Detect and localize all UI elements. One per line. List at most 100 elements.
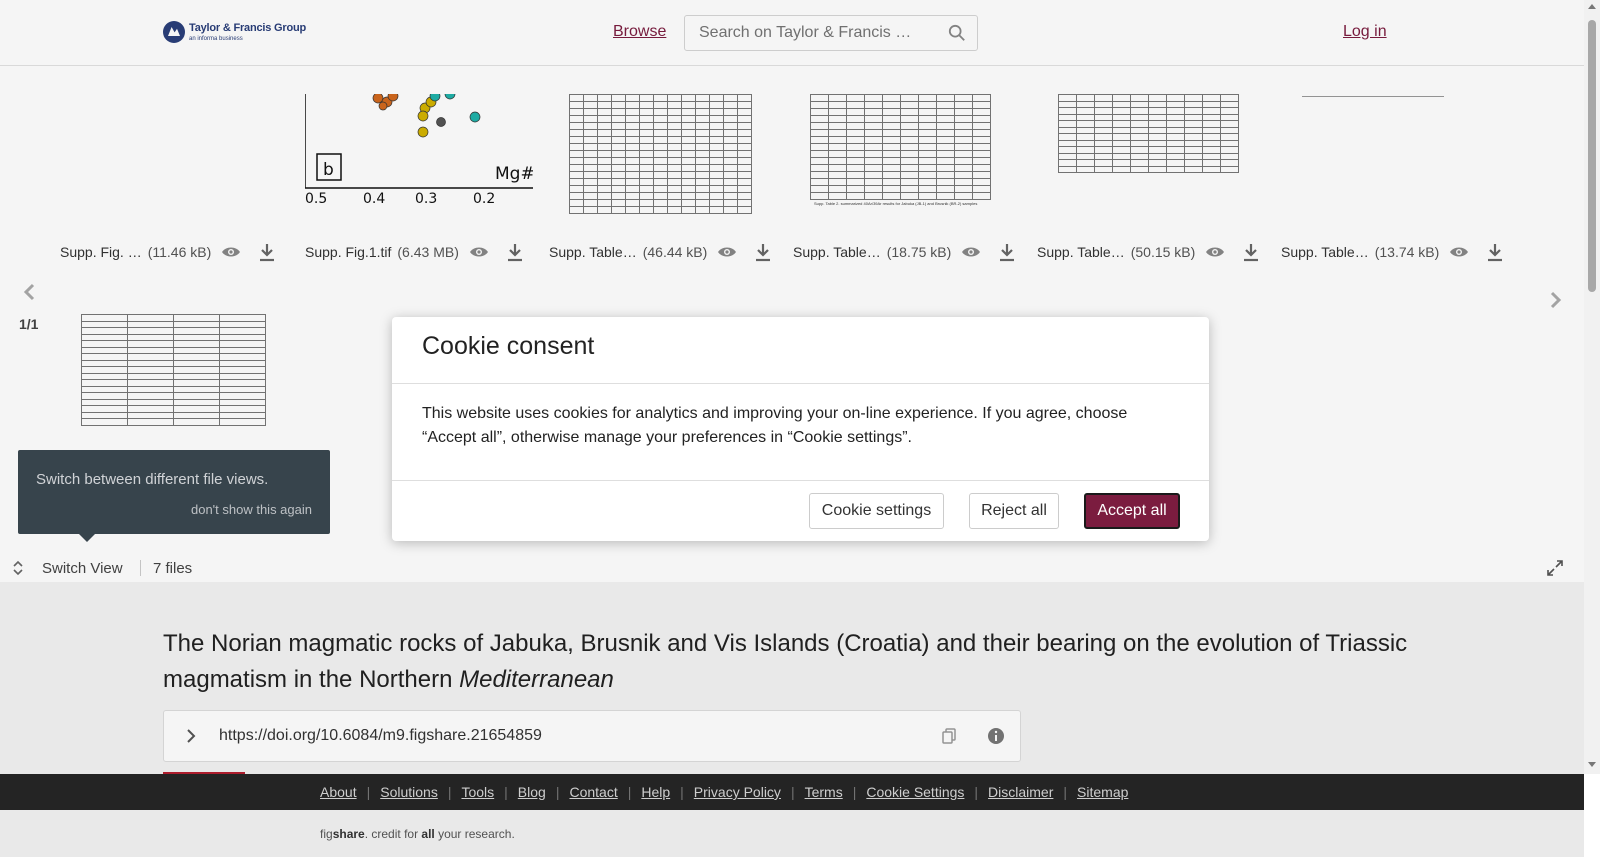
download-icon[interactable] <box>1241 242 1261 262</box>
search-input[interactable] <box>685 24 925 42</box>
file-item[interactable]: Supp. Table… (18.75 kB) <box>793 242 1017 262</box>
file-size: (13.74 kB) <box>1374 244 1440 260</box>
dialog-body: This website uses cookies for analytics … <box>422 405 1128 446</box>
switch-view-button[interactable]: Switch View <box>42 560 123 577</box>
file-item[interactable]: Supp. Table… (13.74 kB) <box>1281 242 1505 262</box>
footer-separator: | <box>555 784 560 800</box>
file-size: (18.75 kB) <box>886 244 952 260</box>
tagline-part: . credit for <box>364 827 422 841</box>
figshare-tagline: figshare. credit for all your research. <box>320 827 515 841</box>
eye-icon[interactable] <box>961 242 981 262</box>
reject-all-button[interactable]: Reject all <box>969 493 1059 529</box>
file-name: Supp. Fig. … <box>60 244 142 260</box>
download-icon[interactable] <box>997 242 1017 262</box>
eye-icon[interactable] <box>1205 242 1225 262</box>
doi-box: https://doi.org/10.6084/m9.figshare.2165… <box>163 710 1021 762</box>
footer-bottom: figshare. credit for all your research. <box>0 810 1584 857</box>
page-scrollbar[interactable] <box>1584 0 1600 774</box>
taylor-francis-logo[interactable]: Taylor & Francis Group an informa busine… <box>163 21 306 43</box>
file-size: (11.46 kB) <box>147 244 212 260</box>
tick-label: 0.5 <box>305 191 327 207</box>
chevron-left-icon[interactable] <box>20 282 40 302</box>
search-icon[interactable] <box>948 24 966 42</box>
divider <box>392 383 1209 384</box>
download-icon[interactable] <box>1485 242 1505 262</box>
file-item[interactable]: Supp. Table… (50.15 kB) <box>1037 242 1261 262</box>
doi-link[interactable]: https://doi.org/10.6084/m9.figshare.2165… <box>219 727 542 745</box>
footer-link[interactable]: Cookie Settings <box>866 784 964 800</box>
download-icon[interactable] <box>505 242 525 262</box>
switch-view-icon[interactable] <box>10 560 26 576</box>
files-count: 7 files <box>153 560 193 577</box>
file-name: Supp. Table… <box>1037 244 1125 260</box>
article-title-italic: Mediterranean <box>459 666 614 693</box>
eye-icon[interactable] <box>717 242 737 262</box>
browse-link[interactable]: Browse <box>613 23 666 41</box>
file-name: Supp. Table… <box>793 244 881 260</box>
file-size: (46.44 kB) <box>642 244 708 260</box>
footer-links: About | Solutions | Tools | Blog | Contact | Help |… <box>320 784 1128 800</box>
accept-all-button[interactable]: Accept all <box>1084 493 1180 529</box>
footer-separator: | <box>790 784 795 800</box>
footer-separator: | <box>974 784 979 800</box>
footer-link[interactable]: Privacy Policy <box>694 784 781 800</box>
download-icon[interactable] <box>257 242 277 262</box>
footer-link[interactable]: Help <box>641 784 670 800</box>
dialog-title: Cookie consent <box>422 332 595 360</box>
footer-link[interactable]: Contact <box>569 784 617 800</box>
dont-show-again-link[interactable]: don't show this again <box>191 502 312 517</box>
figure-axis-label: Mg# <box>495 164 533 184</box>
file-item[interactable]: Supp. Fig. … (11.46 kB) <box>60 242 277 262</box>
footer-separator: | <box>680 784 684 800</box>
table-thumbnail[interactable] <box>1058 94 1246 184</box>
table-thumbnail[interactable]: Supp. Table 2. summarized 40Ar/39Ar resu… <box>810 94 998 220</box>
footer-link[interactable]: Disclaimer <box>988 784 1053 800</box>
tick-label: 0.4 <box>363 191 385 207</box>
download-icon[interactable] <box>753 242 773 262</box>
login-link[interactable]: Log in <box>1343 23 1387 41</box>
chevron-right-icon[interactable] <box>1545 290 1565 310</box>
footer-separator: | <box>447 784 452 800</box>
fullscreen-icon[interactable] <box>1547 560 1563 576</box>
footer-separator: | <box>852 784 857 800</box>
scroll-up-arrow[interactable] <box>1588 4 1596 9</box>
eye-icon[interactable] <box>1449 242 1469 262</box>
cookie-consent-dialog: Cookie consent This website uses cookies… <box>392 317 1209 541</box>
footer-link[interactable]: Blog <box>518 784 546 800</box>
footer-link[interactable]: Sitemap <box>1077 784 1128 800</box>
table-thumbnail[interactable] <box>569 94 757 224</box>
site-header: Taylor & Francis Group an informa busine… <box>0 0 1584 66</box>
file-name: Supp. Table… <box>1281 244 1369 260</box>
scroll-down-arrow[interactable] <box>1588 762 1596 767</box>
chevron-right-icon[interactable] <box>182 727 200 745</box>
footer-separator: | <box>627 784 632 800</box>
viewer-toolbar: Switch View 7 files <box>0 552 1584 584</box>
footer-link[interactable]: Terms <box>805 784 843 800</box>
tagline-part: share <box>332 827 365 841</box>
info-icon[interactable] <box>987 727 1005 745</box>
footer-link[interactable]: About <box>320 784 357 800</box>
tagline-part: all <box>421 827 435 841</box>
copy-icon[interactable] <box>940 727 958 745</box>
table-thumbnail[interactable] <box>1302 94 1444 100</box>
footer-link[interactable]: Tools <box>461 784 494 800</box>
file-list: Supp. Fig. … (11.46 kB) Supp. Fig.1.tif … <box>0 242 1584 266</box>
eye-icon[interactable] <box>221 242 241 262</box>
logo-mark-icon <box>163 21 185 43</box>
figure-panel-label: b <box>323 160 334 180</box>
footer-separator: | <box>504 784 508 800</box>
footer-separator: | <box>1063 784 1068 800</box>
search-box <box>684 15 978 51</box>
file-name: Supp. Fig.1.tif <box>305 244 392 260</box>
cookie-settings-button[interactable]: Cookie settings <box>809 493 944 529</box>
tagline-part: fig <box>320 827 333 841</box>
scrollbar-thumb[interactable] <box>1588 20 1596 292</box>
table-thumbnail[interactable] <box>81 314 269 442</box>
eye-icon[interactable] <box>469 242 489 262</box>
file-item[interactable]: Supp. Fig.1.tif (6.43 MB) <box>305 242 525 262</box>
file-size: (50.15 kB) <box>1130 244 1196 260</box>
page-indicator: 1/1 <box>19 316 39 332</box>
figure-preview-thumbnail[interactable]: b Mg# 0.5 0.4 0.3 0.2 <box>305 94 533 222</box>
file-item[interactable]: Supp. Table… (46.44 kB) <box>549 242 773 262</box>
footer-link[interactable]: Solutions <box>380 784 438 800</box>
